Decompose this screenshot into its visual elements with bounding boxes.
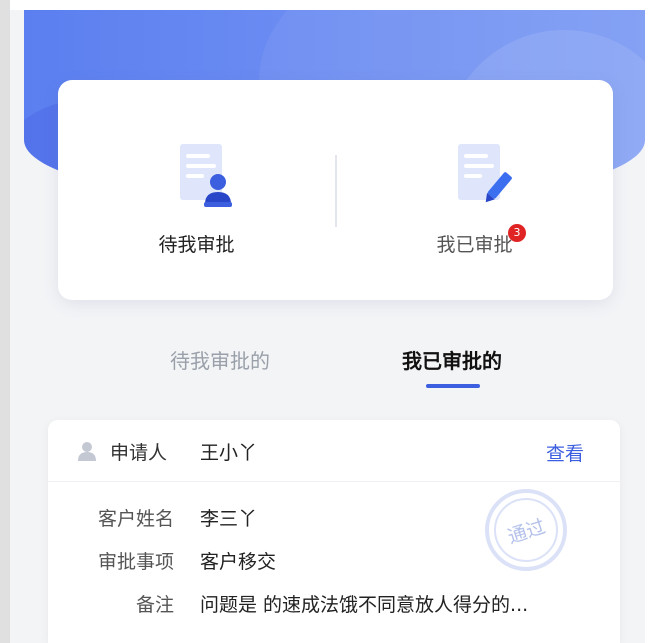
person-icon bbox=[78, 442, 96, 461]
approved-label: 我已审批 bbox=[436, 234, 513, 256]
pending-approval-entry[interactable]: 待我审批 bbox=[58, 80, 335, 300]
approval-item-label: 审批事项 bbox=[97, 551, 174, 573]
tab-pending[interactable]: 待我审批的 bbox=[140, 345, 300, 374]
pending-approval-label: 待我审批 bbox=[158, 234, 235, 256]
customer-name-label: 客户姓名 bbox=[97, 508, 174, 530]
left-edge bbox=[0, 0, 10, 643]
applicant-name: 王小丫 bbox=[200, 442, 258, 464]
remark-value: 问题是 的速成法饿不同意放人得分的... bbox=[200, 594, 529, 616]
active-tab-indicator bbox=[426, 384, 480, 388]
approved-stamp-icon: 通过 bbox=[485, 489, 567, 571]
notification-badge: 3 bbox=[508, 224, 526, 242]
stamp-text: 通过 bbox=[505, 516, 548, 549]
approval-summary-card: 待我审批 我已审批 3 bbox=[58, 80, 613, 300]
approval-item-value: 客户移交 bbox=[200, 551, 277, 573]
customer-name-value: 李三丫 bbox=[200, 508, 258, 530]
remark-label: 备注 bbox=[135, 594, 174, 616]
approved-entry[interactable]: 我已审批 3 bbox=[336, 80, 613, 300]
tab-approved[interactable]: 我已审批的 bbox=[372, 345, 532, 374]
right-edge bbox=[645, 0, 658, 643]
document-user-icon bbox=[180, 144, 232, 207]
applicant-label: 申请人 bbox=[110, 442, 168, 464]
view-button[interactable]: 查看 bbox=[546, 439, 584, 466]
top-edge bbox=[10, 0, 645, 10]
record-header: 申请人 王小丫 查看 bbox=[48, 420, 620, 482]
approval-record-card: 申请人 王小丫 查看 客户姓名 李三丫 审批事项 客户移交 备注 问题是 的速成… bbox=[48, 420, 620, 643]
document-pen-icon bbox=[458, 144, 512, 203]
